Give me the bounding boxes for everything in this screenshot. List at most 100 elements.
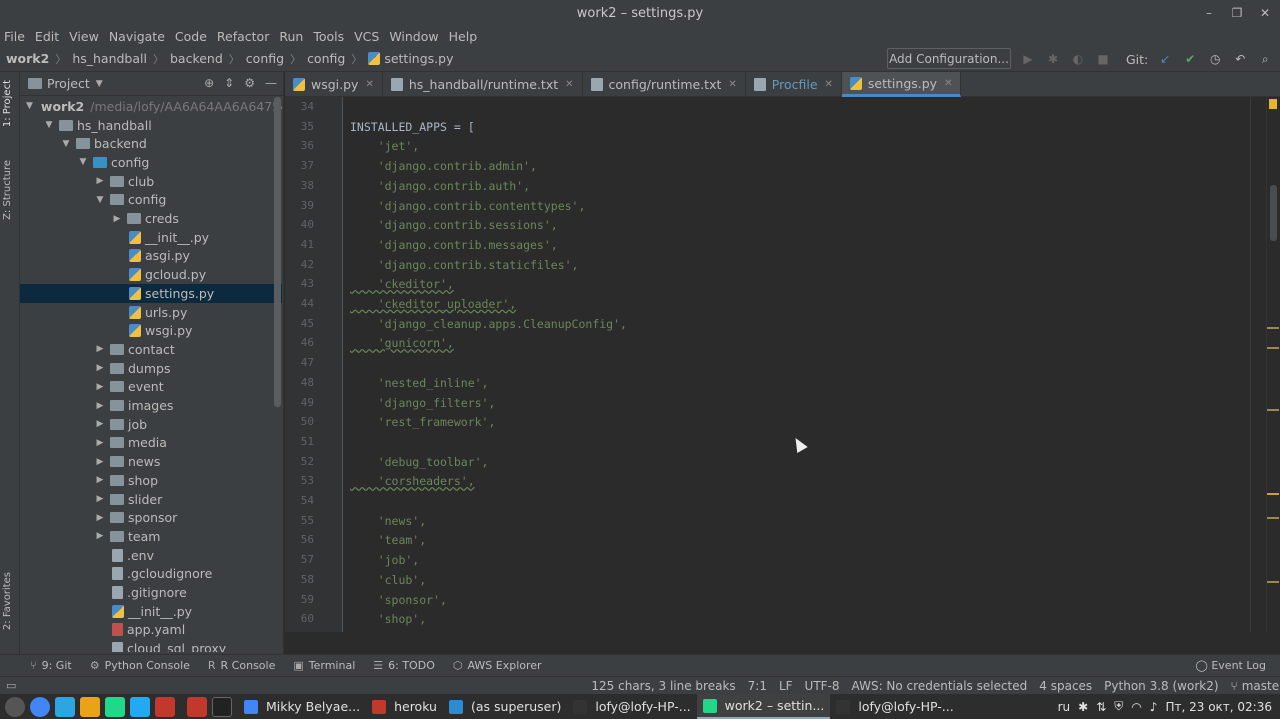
tree-item[interactable]: ▶ shop [20, 471, 282, 490]
chrome-launcher-icon[interactable] [30, 696, 50, 717]
minimize-icon[interactable]: – [1202, 6, 1216, 20]
editor-tab[interactable]: wsgi.py ✕ [285, 72, 383, 97]
code-line[interactable]: 'sponsor', [350, 593, 447, 607]
project-scrollbar[interactable] [274, 97, 281, 407]
status-toggle-icon[interactable]: ▭ [6, 679, 16, 692]
chevron-right-icon[interactable]: ▶ [94, 176, 106, 186]
status-aws[interactable]: AWS: No credentials selected [852, 679, 1028, 693]
chevron-right-icon[interactable]: ▶ [94, 382, 106, 392]
chevron-right-icon[interactable]: ▶ [111, 214, 123, 224]
code-line[interactable]: 'rest_framework', [350, 415, 496, 429]
project-tool-tab[interactable]: 1: Project [2, 80, 13, 127]
stripe-mark[interactable] [1267, 517, 1279, 519]
tree-item[interactable]: ▶ contact [20, 340, 282, 359]
menu-navigate[interactable]: Navigate [109, 29, 165, 44]
menu-vcs[interactable]: VCS [354, 29, 379, 44]
search-icon[interactable]: ⌕ [1257, 51, 1273, 67]
hide-icon[interactable]: — [265, 76, 277, 90]
tree-item[interactable]: asgi.py [20, 247, 282, 266]
menu-file[interactable]: File [4, 29, 25, 44]
chevron-down-icon[interactable]: ▼ [60, 139, 72, 149]
tree-item[interactable]: __init__.py [20, 228, 282, 247]
menu-code[interactable]: Code [175, 29, 207, 44]
git-rollback-icon[interactable]: ↶ [1232, 51, 1248, 67]
pycharm-launcher-icon[interactable] [105, 696, 125, 717]
tree-item[interactable]: ▶ media [20, 434, 282, 453]
code-line[interactable]: 'ckeditor', [350, 277, 454, 291]
wifi-icon[interactable]: ◠ [1131, 700, 1141, 714]
tree-item[interactable]: ▶ club [20, 172, 282, 191]
tree-item[interactable]: ▶ dumps [20, 359, 282, 378]
menu-run[interactable]: Run [279, 29, 303, 44]
code-line[interactable]: INSTALLED_APPS = [ [350, 120, 475, 134]
tree-item[interactable]: gcloud.py [20, 265, 282, 284]
git-update-icon[interactable]: ↙ [1157, 51, 1173, 67]
tree-item[interactable]: ▶ creds [20, 209, 282, 228]
close-tab-icon[interactable]: ✕ [825, 79, 833, 90]
status-caret-position[interactable]: 7:1 [748, 679, 767, 693]
code-line[interactable]: 'ckeditor_uploader', [350, 297, 516, 311]
chevron-right-icon[interactable]: ▶ [94, 401, 106, 411]
warning-indicator-icon[interactable] [1269, 99, 1277, 109]
chevron-right-icon[interactable]: ▶ [94, 363, 106, 373]
code-line[interactable]: 'django_cleanup.apps.CleanupConfig', [350, 317, 627, 331]
menu-view[interactable]: View [69, 29, 99, 44]
close-tab-icon[interactable]: ✕ [565, 79, 573, 90]
status-encoding[interactable]: UTF-8 [805, 679, 840, 693]
tree-item[interactable]: ▶ job [20, 415, 282, 434]
stop-icon[interactable]: ■ [1095, 51, 1111, 67]
code-line[interactable]: 'gunicorn', [350, 336, 454, 350]
tool-window-button[interactable]: ⚙ Python Console [90, 659, 190, 672]
taskbar-window[interactable]: heroku [366, 694, 443, 719]
files-launcher-icon[interactable] [187, 696, 207, 717]
collapse-all-icon[interactable]: ⇕ [224, 76, 234, 90]
maximize-icon[interactable]: ❐ [1230, 6, 1244, 20]
tree-item[interactable]: ▼ config [20, 191, 282, 210]
stripe-mark[interactable] [1267, 327, 1279, 329]
tree-item[interactable]: .env [20, 546, 282, 565]
editor-tab[interactable]: settings.py ✕ [841, 72, 962, 97]
stripe-mark[interactable] [1267, 493, 1279, 495]
tree-item[interactable]: ▼ config [20, 153, 282, 172]
locate-icon[interactable]: ⊕ [204, 76, 214, 90]
tool-window-button[interactable]: ⬡ AWS Explorer [453, 659, 542, 672]
gear-icon[interactable]: ⚙ [244, 76, 255, 90]
code-line[interactable]: 'django.contrib.contenttypes', [350, 199, 586, 213]
code-line[interactable]: 'jet', [350, 139, 420, 153]
tool-window-button[interactable]: ☰ 6: TODO [373, 659, 435, 672]
code-line[interactable]: 'django.contrib.staticfiles', [350, 258, 579, 272]
close-tab-icon[interactable]: ✕ [728, 79, 736, 90]
vscode-launcher-icon[interactable] [130, 696, 150, 717]
close-icon[interactable]: ✕ [1258, 6, 1272, 20]
chevron-down-icon[interactable]: ▼ [77, 157, 89, 167]
menu-tools[interactable]: Tools [313, 29, 344, 44]
taskbar-window[interactable]: work2 – settin... [696, 694, 831, 719]
terminal-launcher-icon[interactable] [212, 696, 232, 717]
menu-edit[interactable]: Edit [35, 29, 59, 44]
tree-item[interactable]: ▶ news [20, 452, 282, 471]
menu-refactor[interactable]: Refactor [217, 29, 269, 44]
menu-window[interactable]: Window [389, 29, 438, 44]
shield-icon[interactable]: ⛨ [1114, 699, 1123, 714]
tree-item[interactable]: cloud_sql_proxy [20, 639, 282, 652]
bluetooth-icon[interactable]: ✱ [1078, 700, 1088, 714]
code-line[interactable]: 'team', [350, 533, 426, 547]
tree-item[interactable]: urls.py [20, 303, 282, 322]
code-line[interactable]: 'django.contrib.auth', [350, 179, 530, 193]
chevron-right-icon[interactable]: ▶ [94, 457, 106, 467]
tree-item[interactable]: .gitignore [20, 583, 282, 602]
code-line[interactable]: 'debug_toolbar', [350, 455, 489, 469]
taskbar-window[interactable]: lofy@lofy-HP-... [830, 694, 959, 719]
code-line[interactable]: 'django.contrib.messages', [350, 238, 558, 252]
editor-tab[interactable]: hs_handball/runtime.txt ✕ [383, 72, 583, 97]
code-line[interactable]: 'news', [350, 514, 426, 528]
tree-item[interactable]: __init__.py [20, 602, 282, 621]
run-icon[interactable]: ▶ [1020, 51, 1036, 67]
tree-item[interactable]: ▼ hs_handball [20, 116, 282, 135]
taskbar-window[interactable]: (as superuser) [443, 694, 567, 719]
git-history-icon[interactable]: ◷ [1207, 51, 1223, 67]
code-line[interactable]: 'django.contrib.admin', [350, 159, 537, 173]
code-line[interactable]: 'django.contrib.sessions', [350, 218, 558, 232]
project-panel-title[interactable]: Project [47, 76, 90, 91]
editor-tab[interactable]: config/runtime.txt ✕ [583, 72, 746, 97]
